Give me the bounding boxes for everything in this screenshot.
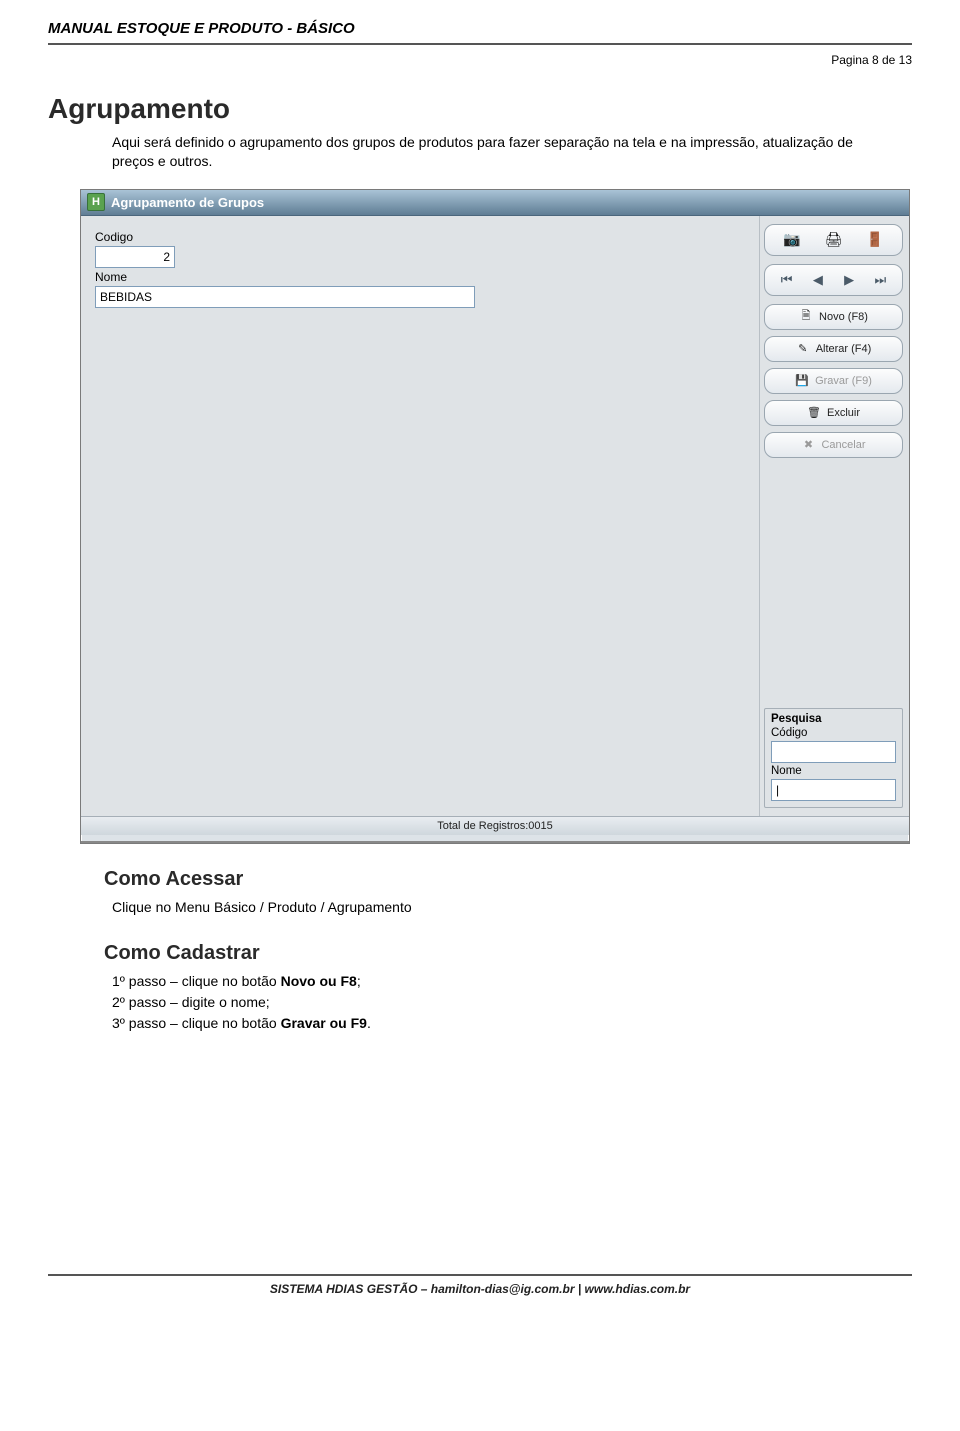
cancelar-button-label: Cancelar	[821, 439, 865, 451]
alterar-button-label: Alterar (F4)	[816, 343, 872, 355]
input-nome[interactable]	[95, 286, 475, 308]
cancelar-button[interactable]: ✖ Cancelar	[764, 432, 903, 458]
nav-prev-icon[interactable]: ◀	[807, 269, 829, 291]
alterar-button[interactable]: ✎ Alterar (F4)	[764, 336, 903, 362]
exit-icon[interactable]: 🚪	[864, 229, 886, 251]
search-input-nome[interactable]	[771, 779, 896, 801]
step-3-bold: Gravar ou F9	[281, 1015, 367, 1031]
search-heading: Pesquisa	[771, 713, 896, 725]
step-3-suffix: .	[367, 1015, 371, 1031]
section-heading: Agrupamento	[48, 93, 912, 125]
page-footer: SISTEMA HDIAS GESTÃO – hamilton-dias@ig.…	[48, 1274, 912, 1296]
file-icon: 🗎	[799, 307, 813, 326]
titlebar-text: Agrupamento de Grupos	[111, 195, 264, 210]
step-2: 2º passo – digite o nome;	[112, 992, 912, 1013]
search-label-nome: Nome	[771, 765, 896, 777]
save-icon: 💾	[795, 374, 809, 387]
como-acessar-text: Clique no Menu Básico / Produto / Agrupa…	[112, 897, 912, 918]
novo-button-label: Novo (F8)	[819, 311, 868, 323]
novo-button[interactable]: 🗎 Novo (F8)	[764, 304, 903, 330]
camera-icon[interactable]: 📷	[781, 229, 803, 251]
como-acessar-heading: Como Acessar	[104, 868, 912, 891]
page-number: Pagina 8 de 13	[48, 53, 912, 67]
step-1: 1º passo – clique no botão Novo ou F8;	[112, 971, 912, 992]
input-codigo[interactable]	[95, 246, 175, 268]
divider	[48, 43, 912, 45]
nav-first-icon[interactable]: ⏮	[776, 269, 798, 291]
step-1-bold: Novo ou F8	[281, 973, 357, 989]
app-icon: H	[87, 193, 105, 211]
excluir-button[interactable]: 🗑 Excluir	[764, 400, 903, 426]
search-box: Pesquisa Código Nome	[764, 708, 903, 808]
step-1-suffix: ;	[357, 973, 361, 989]
nav-last-icon[interactable]: ⏭	[869, 269, 891, 291]
como-cadastrar-heading: Como Cadastrar	[104, 942, 912, 965]
nav-next-icon[interactable]: ▶	[838, 269, 860, 291]
toolbar-row: 📷 🖨 🚪	[764, 224, 903, 256]
step-3-prefix: 3º passo – clique no botão	[112, 1015, 281, 1031]
edit-icon: ✎	[796, 342, 810, 355]
excluir-button-label: Excluir	[827, 407, 860, 419]
titlebar: H Agrupamento de Grupos	[81, 190, 909, 216]
section-intro: Aqui será definido o agrupamento dos gru…	[112, 133, 892, 171]
form-area: Codigo Nome	[81, 216, 759, 816]
print-icon[interactable]: 🖨	[822, 229, 844, 251]
trash-icon: 🗑	[807, 406, 821, 419]
doc-title: MANUAL ESTOQUE E PRODUTO - BÁSICO	[48, 20, 912, 37]
step-3: 3º passo – clique no botão Gravar ou F9.	[112, 1013, 912, 1034]
window-bottom-border	[81, 841, 909, 843]
nav-row: ⏮ ◀ ▶ ⏭	[764, 264, 903, 296]
label-nome: Nome	[95, 270, 745, 284]
gravar-button[interactable]: 💾 Gravar (F9)	[764, 368, 903, 394]
label-codigo: Codigo	[95, 230, 745, 244]
statusbar: Total de Registros:0015	[81, 816, 909, 835]
cancel-icon: ✖	[801, 438, 815, 451]
search-input-codigo[interactable]	[771, 741, 896, 763]
search-label-codigo: Código	[771, 727, 896, 739]
step-1-prefix: 1º passo – clique no botão	[112, 973, 281, 989]
gravar-button-label: Gravar (F9)	[815, 375, 872, 387]
side-panel: 📷 🖨 🚪 ⏮ ◀ ▶ ⏭ 🗎 Novo (F8) ✎	[759, 216, 909, 816]
app-window: H Agrupamento de Grupos Codigo Nome 📷 🖨 …	[80, 189, 910, 844]
